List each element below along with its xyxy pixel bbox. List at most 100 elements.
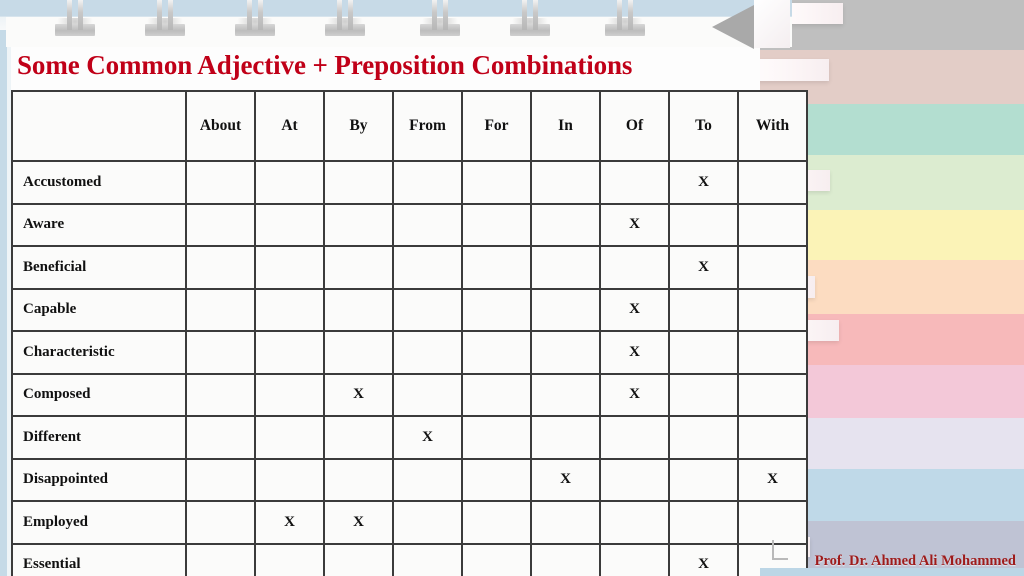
mark-cell[interactable] [599,245,670,290]
mark-cell[interactable] [323,415,394,460]
mark-cell[interactable] [599,542,670,576]
mark-cell[interactable] [461,457,532,502]
mark-cell[interactable] [392,500,463,545]
mark-cell[interactable] [392,372,463,417]
mark-cell[interactable] [392,542,463,576]
mark-cell[interactable]: X [323,372,394,417]
mark-cell[interactable] [599,415,670,460]
mark-cell[interactable]: X [668,245,739,290]
mark-cell[interactable] [668,372,739,417]
mark-cell[interactable] [323,457,394,502]
mark-cell[interactable] [254,160,325,205]
mark-cell[interactable] [461,245,532,290]
adjective-cell: Composed [11,372,187,417]
mark-cell[interactable] [392,202,463,247]
mark-cell[interactable] [185,287,256,332]
mark-cell[interactable] [254,287,325,332]
mark-cell[interactable] [530,287,601,332]
mark-cell[interactable] [392,287,463,332]
mark-cell[interactable] [737,287,808,332]
page-title: Some Common Adjective + Preposition Comb… [17,50,633,80]
mark-cell[interactable] [185,330,256,375]
mark-cell[interactable] [254,457,325,502]
author-bracket [772,540,788,560]
mark-cell[interactable] [323,330,394,375]
mark-cell[interactable] [392,160,463,205]
mark-cell[interactable] [254,415,325,460]
mark-cell[interactable] [185,457,256,502]
mark-cell[interactable]: X [668,542,739,576]
mark-cell[interactable] [185,500,256,545]
mark-cell[interactable] [668,415,739,460]
mark-cell[interactable] [461,160,532,205]
mark-cell[interactable]: X [599,330,670,375]
mark-cell[interactable] [185,415,256,460]
mark-cell[interactable] [185,160,256,205]
mark-cell[interactable] [737,415,808,460]
mark-cell[interactable] [461,500,532,545]
mark-cell[interactable] [323,542,394,576]
mark-cell[interactable] [461,202,532,247]
mark-cell[interactable] [668,330,739,375]
mark-cell[interactable] [323,160,394,205]
column-header-at: At [254,90,325,162]
mark-cell[interactable] [323,245,394,290]
staple-icon [325,0,365,40]
mark-cell[interactable] [392,330,463,375]
mark-cell[interactable] [530,330,601,375]
adjective-preposition-table: About At By From For In Of To With Accustomed X Aw… [11,90,808,576]
mark-cell[interactable] [530,245,601,290]
mark-cell[interactable]: X [254,500,325,545]
mark-cell[interactable] [737,372,808,417]
mark-cell[interactable] [737,330,808,375]
mark-cell[interactable] [392,457,463,502]
mark-cell[interactable] [461,372,532,417]
mark-cell[interactable] [254,202,325,247]
mark-cell[interactable] [461,330,532,375]
mark-cell[interactable] [254,542,325,576]
mark-cell[interactable] [599,457,670,502]
mark-cell[interactable]: X [737,457,808,502]
mark-cell[interactable]: X [599,202,670,247]
adjective-cell: Essential [11,542,187,576]
mark-cell[interactable] [461,542,532,576]
left-edge-rail [0,14,7,576]
adjective-cell: Accustomed [11,160,187,205]
mark-cell[interactable] [254,330,325,375]
mark-cell[interactable] [599,160,670,205]
mark-cell[interactable]: X [668,160,739,205]
mark-cell[interactable] [668,287,739,332]
mark-cell[interactable] [668,500,739,545]
mark-cell[interactable] [668,202,739,247]
mark-cell[interactable] [530,415,601,460]
mark-cell[interactable] [254,372,325,417]
mark-cell[interactable] [737,202,808,247]
mark-cell[interactable]: X [599,372,670,417]
mark-cell[interactable] [461,415,532,460]
mark-cell[interactable] [530,202,601,247]
mark-cell[interactable] [392,245,463,290]
mark-cell[interactable] [599,500,670,545]
mark-cell[interactable] [530,372,601,417]
mark-cell[interactable] [530,160,601,205]
mark-cell[interactable] [185,372,256,417]
mark-cell[interactable]: X [323,500,394,545]
mark-cell[interactable]: X [392,415,463,460]
mark-cell[interactable] [737,245,808,290]
mark-cell[interactable] [461,287,532,332]
mark-cell[interactable] [737,160,808,205]
ribbon-fold [760,59,829,82]
mark-cell[interactable] [185,542,256,576]
mark-cell[interactable] [737,500,808,545]
mark-cell[interactable] [323,287,394,332]
mark-cell[interactable] [185,245,256,290]
mark-cell[interactable] [530,542,601,576]
mark-cell[interactable] [185,202,256,247]
adjective-cell: Employed [11,500,187,545]
mark-cell[interactable]: X [599,287,670,332]
mark-cell[interactable] [254,245,325,290]
mark-cell[interactable] [530,500,601,545]
mark-cell[interactable] [668,457,739,502]
mark-cell[interactable] [323,202,394,247]
mark-cell[interactable]: X [530,457,601,502]
